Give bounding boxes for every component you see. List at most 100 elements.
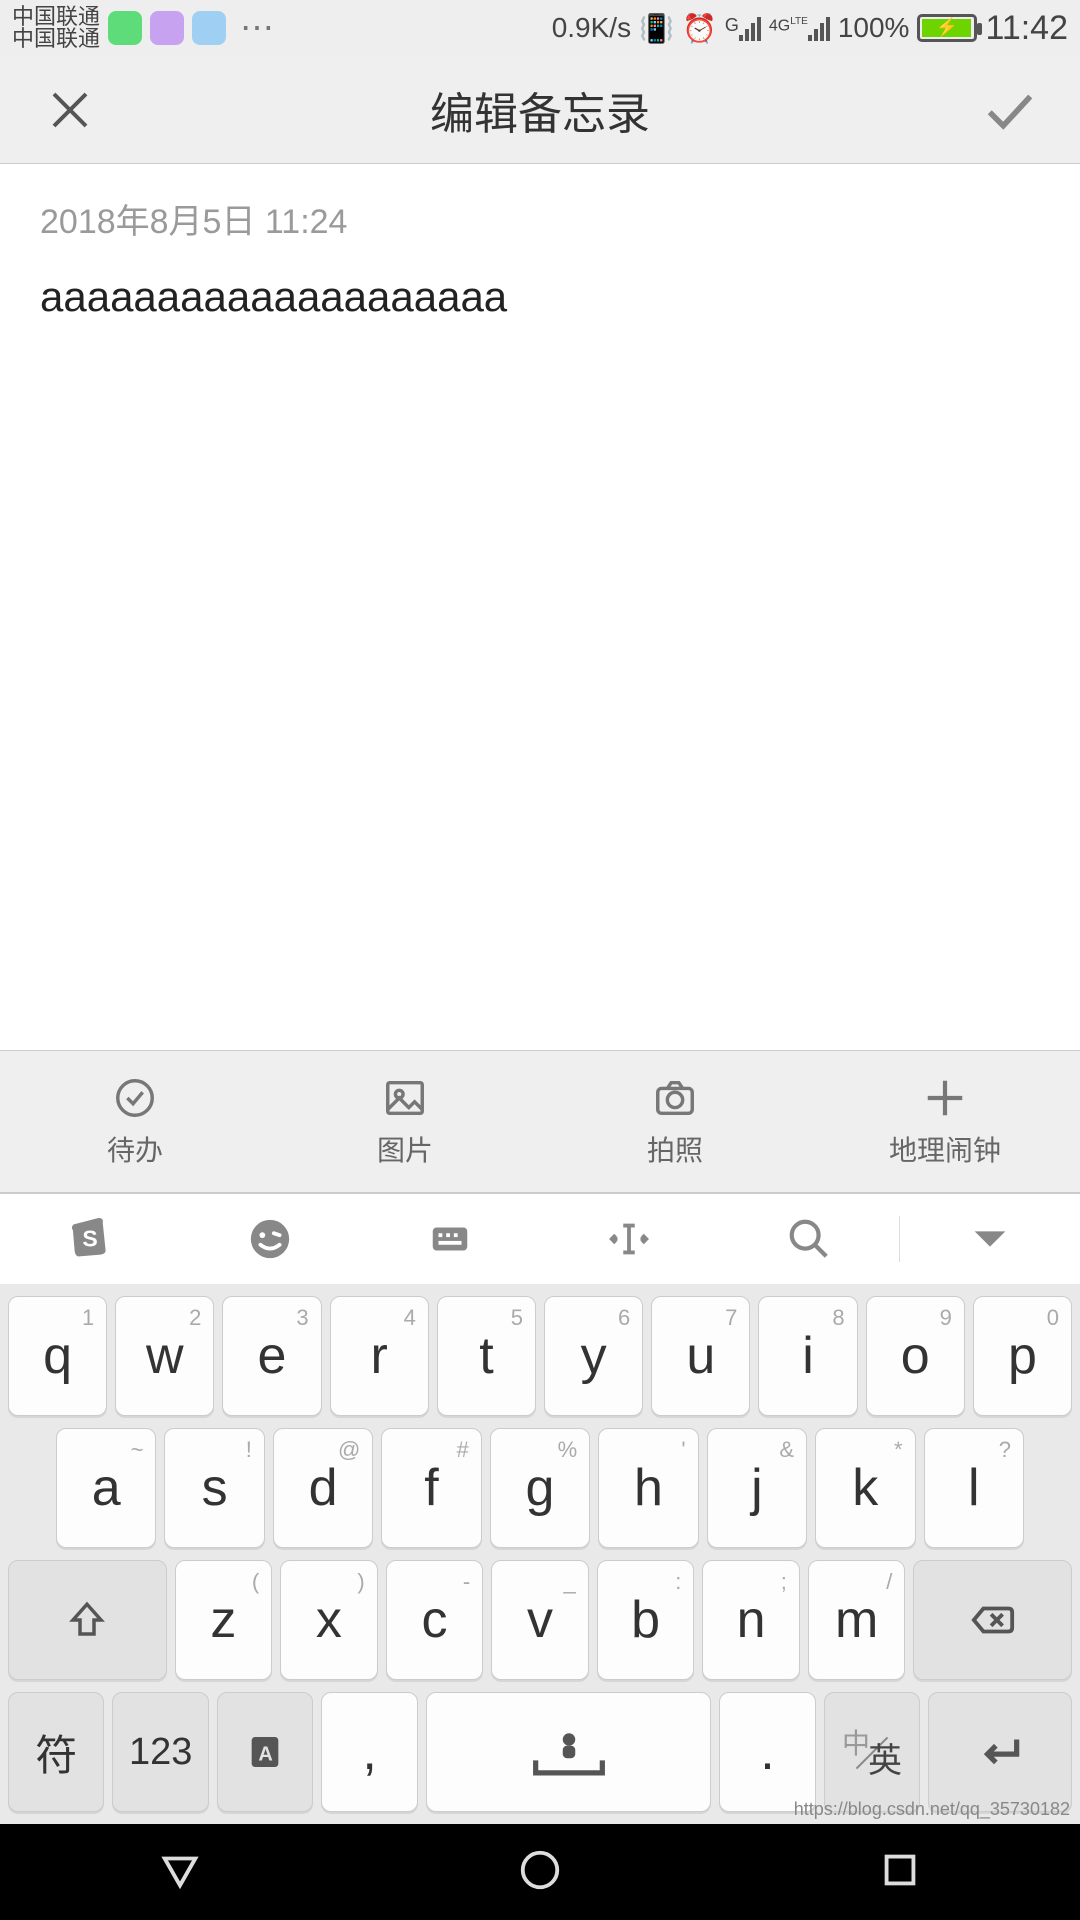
key-j[interactable]: &j <box>707 1428 807 1548</box>
key-sup: 3 <box>296 1305 308 1331</box>
net-4g-label: 4GLTE <box>769 15 808 33</box>
key-h[interactable]: 'h <box>598 1428 698 1548</box>
key-d[interactable]: @d <box>273 1428 373 1548</box>
camera-label: 拍照 <box>647 1129 703 1169</box>
key-sup: 1 <box>82 1305 94 1331</box>
alarm-icon: ⏰ <box>682 12 717 45</box>
key-main: l <box>968 1458 980 1518</box>
key-n[interactable]: ;n <box>702 1560 800 1680</box>
backspace-key[interactable] <box>913 1560 1072 1680</box>
search-button[interactable] <box>719 1216 899 1262</box>
key-sup: 0 <box>1047 1305 1059 1331</box>
key-sup: 9 <box>940 1305 952 1331</box>
note-content[interactable]: aaaaaaaaaaaaaaaaaaaa <box>40 273 1040 321</box>
battery-icon: ⚡ <box>917 14 977 42</box>
vibrate-icon: 📳 <box>639 12 674 45</box>
key-a[interactable]: ~a <box>56 1428 156 1548</box>
key-c[interactable]: -c <box>386 1560 484 1680</box>
collapse-keyboard-button[interactable] <box>899 1216 1080 1262</box>
more-icon: ⋯ <box>240 8 276 48</box>
battery-percent: 100% <box>838 12 910 44</box>
key-main: s <box>202 1458 228 1518</box>
period-key[interactable]: . <box>719 1692 815 1812</box>
todo-button[interactable]: 待办 <box>0 1051 270 1192</box>
key-m[interactable]: /m <box>808 1560 906 1680</box>
geo-alarm-button[interactable]: 地理闹钟 <box>810 1051 1080 1192</box>
ime-toolbar: S <box>0 1192 1080 1284</box>
key-sup: ? <box>999 1437 1011 1463</box>
number-key[interactable]: 123 <box>112 1692 208 1812</box>
image-button[interactable]: 图片 <box>270 1051 540 1192</box>
key-w[interactable]: 2w <box>115 1296 214 1416</box>
key-y[interactable]: 6y <box>544 1296 643 1416</box>
key-sup: - <box>463 1569 470 1595</box>
key-main: n <box>737 1590 766 1650</box>
ime-logo-button[interactable]: S <box>0 1216 180 1262</box>
key-sup: 6 <box>618 1305 630 1331</box>
key-e[interactable]: 3e <box>222 1296 321 1416</box>
key-o[interactable]: 9o <box>866 1296 965 1416</box>
shift-key[interactable] <box>8 1560 167 1680</box>
key-q[interactable]: 1q <box>8 1296 107 1416</box>
key-f[interactable]: #f <box>381 1428 481 1548</box>
recent-apps-button[interactable] <box>877 1847 923 1898</box>
home-button[interactable] <box>517 1847 563 1898</box>
key-sup: 7 <box>725 1305 737 1331</box>
key-sup: 5 <box>511 1305 523 1331</box>
signal-icon <box>739 15 761 41</box>
key-sup: / <box>886 1569 892 1595</box>
app-header: 编辑备忘录 <box>0 56 1080 164</box>
key-main: x <box>316 1590 342 1650</box>
camera-button[interactable]: 拍照 <box>540 1051 810 1192</box>
confirm-button[interactable] <box>980 80 1040 140</box>
key-main: a <box>92 1458 121 1518</box>
status-app-icon <box>150 11 184 45</box>
key-main: f <box>424 1458 438 1518</box>
key-t[interactable]: 5t <box>437 1296 536 1416</box>
key-v[interactable]: _v <box>491 1560 589 1680</box>
enter-key[interactable] <box>928 1692 1072 1812</box>
space-key[interactable] <box>426 1692 711 1812</box>
key-main: o <box>901 1326 930 1386</box>
key-main: z <box>210 1590 236 1650</box>
key-i[interactable]: 8i <box>758 1296 857 1416</box>
cursor-move-button[interactable] <box>539 1216 719 1262</box>
key-main: i <box>802 1326 814 1386</box>
key-x[interactable]: )x <box>280 1560 378 1680</box>
key-sup: ~ <box>131 1437 144 1463</box>
key-main: p <box>1008 1326 1037 1386</box>
note-editor[interactable]: 2018年8月5日 11:24 aaaaaaaaaaaaaaaaaaaa <box>0 164 1080 1050</box>
close-button[interactable] <box>40 80 100 140</box>
key-b[interactable]: :b <box>597 1560 695 1680</box>
image-label: 图片 <box>377 1129 433 1169</box>
key-r[interactable]: 4r <box>330 1296 429 1416</box>
key-u[interactable]: 7u <box>651 1296 750 1416</box>
key-main: c <box>421 1590 447 1650</box>
todo-label: 待办 <box>107 1129 163 1169</box>
key-z[interactable]: (z <box>175 1560 273 1680</box>
clock: 11:42 <box>985 9 1068 48</box>
key-sup: ! <box>246 1437 252 1463</box>
cn-en-toggle-key[interactable]: 中 英 <box>824 1692 920 1812</box>
key-g[interactable]: %g <box>490 1428 590 1548</box>
key-main: h <box>634 1458 663 1518</box>
key-main: d <box>309 1458 338 1518</box>
key-s[interactable]: !s <box>164 1428 264 1548</box>
keyboard-switch-button[interactable] <box>360 1216 540 1262</box>
key-main: j <box>751 1458 763 1518</box>
key-sup: @ <box>338 1437 360 1463</box>
key-p[interactable]: 0p <box>973 1296 1072 1416</box>
comma-key[interactable]: , <box>321 1692 417 1812</box>
key-sup: * <box>894 1437 903 1463</box>
svg-text:S: S <box>82 1226 97 1252</box>
key-l[interactable]: ?l <box>924 1428 1024 1548</box>
symbol-key[interactable]: 符 <box>8 1692 104 1812</box>
net-g-label: G <box>725 15 739 36</box>
emoji-button[interactable] <box>180 1216 360 1262</box>
back-button[interactable] <box>157 1847 203 1898</box>
key-k[interactable]: *k <box>815 1428 915 1548</box>
key-sup: ( <box>252 1569 259 1595</box>
language-dict-key[interactable]: A <box>217 1692 313 1812</box>
carrier-2: 中国联通 <box>12 28 100 50</box>
status-app-icon <box>108 11 142 45</box>
